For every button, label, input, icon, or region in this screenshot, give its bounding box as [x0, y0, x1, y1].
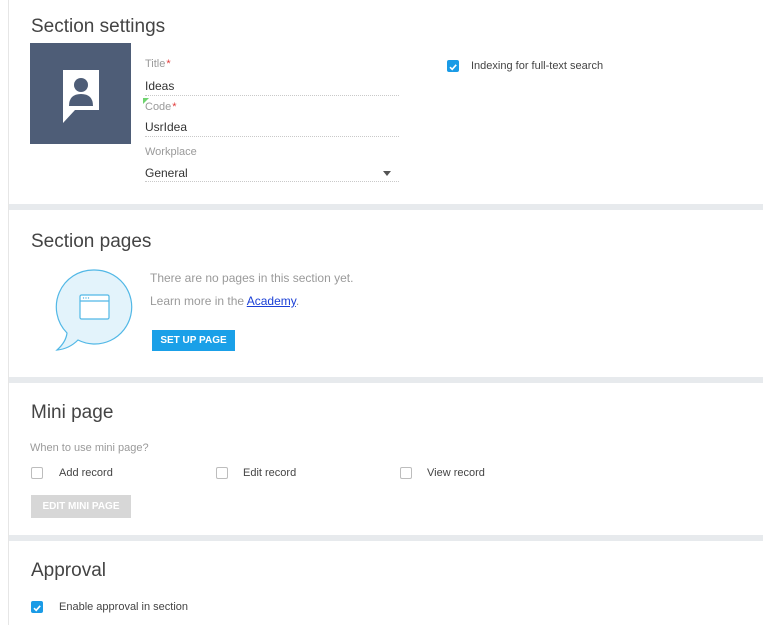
approval-title: Approval [31, 560, 106, 581]
chevron-down-icon[interactable] [383, 171, 391, 176]
required-mark: * [172, 101, 177, 113]
checkmark-icon [33, 605, 41, 612]
title-label-text: Title [145, 58, 166, 70]
learn-more-prefix: Learn more in the [150, 294, 247, 308]
edit-record-label: Edit record [243, 467, 297, 479]
code-input[interactable]: UsrIdea [145, 120, 187, 134]
indexing-checkbox[interactable] [447, 60, 459, 72]
mini-page-prompt: When to use mini page? [30, 442, 149, 454]
set-up-page-button[interactable]: SET UP PAGE [152, 330, 235, 351]
checkmark-icon [449, 64, 457, 71]
section-pages-panel: Section pages There are no pages in this… [9, 210, 763, 377]
indexing-label: Indexing for full-text search [471, 60, 604, 72]
code-label-text: Code [145, 101, 172, 113]
learn-more-text: Learn more in the Academy. [150, 294, 299, 308]
code-input-underline [145, 136, 399, 137]
workplace-field-label: Workplace [145, 146, 197, 158]
title-input[interactable]: Ideas [145, 79, 174, 93]
mini-page-panel: Mini page When to use mini page? Add rec… [9, 383, 763, 535]
title-input-underline [145, 95, 399, 96]
add-record-label: Add record [59, 467, 113, 479]
workplace-select[interactable]: General [145, 166, 188, 180]
no-pages-text: There are no pages in this section yet. [150, 271, 354, 285]
enable-approval-checkbox[interactable] [31, 601, 43, 613]
edit-mini-page-button[interactable]: EDIT MINI PAGE [31, 495, 131, 518]
mini-page-title: Mini page [31, 402, 114, 423]
section-settings-title: Section settings [31, 16, 166, 37]
learn-more-suffix: . [295, 294, 300, 308]
view-record-checkbox[interactable] [400, 467, 412, 479]
required-mark: * [166, 58, 171, 70]
person-chat-icon [63, 70, 99, 123]
academy-link[interactable]: Academy [247, 294, 296, 308]
left-edge-rule [0, 0, 9, 625]
section-pages-title: Section pages [31, 231, 152, 252]
view-record-label: View record [427, 467, 485, 479]
edit-record-checkbox[interactable] [216, 467, 228, 479]
speech-bubble-page-icon [55, 269, 133, 351]
add-record-checkbox[interactable] [31, 467, 43, 479]
section-settings-panel: Section settings Title* Ideas Code* UsrI… [9, 0, 763, 204]
approval-panel: Approval Enable approval in section [9, 541, 763, 625]
section-icon-button[interactable] [30, 43, 131, 144]
code-field-label: Code* [145, 101, 177, 113]
workplace-select-underline [145, 181, 399, 182]
title-field-label: Title* [145, 58, 171, 70]
enable-approval-label: Enable approval in section [59, 601, 189, 613]
